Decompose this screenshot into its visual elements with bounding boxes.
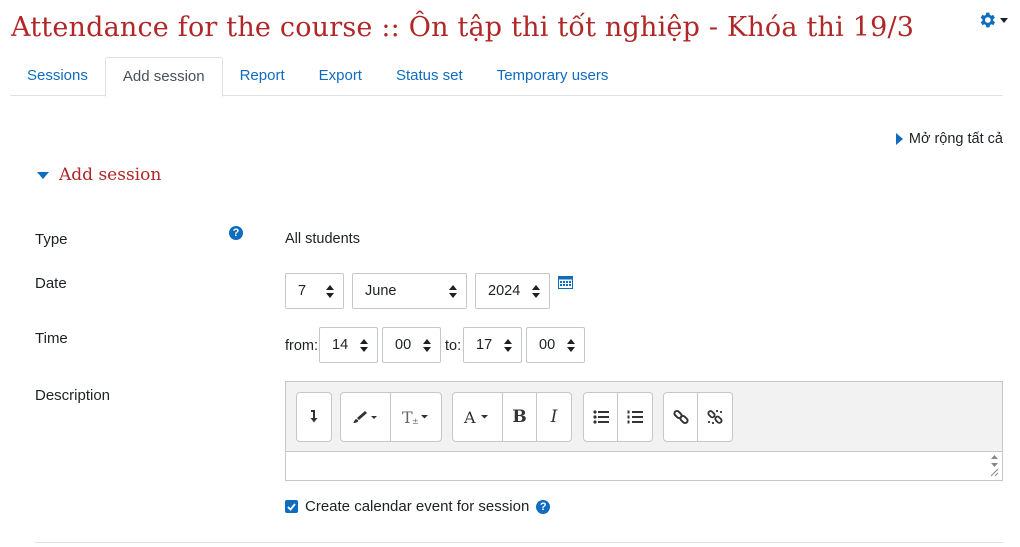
settings-menu[interactable] <box>977 10 1008 30</box>
gear-icon <box>980 12 996 28</box>
time-to-label: to: <box>445 338 462 354</box>
collapse-toolbar-icon[interactable] <box>297 393 331 441</box>
bold-icon[interactable]: B <box>503 393 537 441</box>
caret-down-icon <box>37 171 49 179</box>
toolbar-group-links <box>663 392 733 442</box>
select-arrows-icon <box>326 285 334 298</box>
description-textarea[interactable] <box>286 451 1002 480</box>
date-label: Date <box>35 275 67 292</box>
tab-report[interactable]: Report <box>223 57 302 95</box>
help-icon[interactable]: ? <box>229 226 243 240</box>
tab-bar: Sessions Add session Report Export Statu… <box>10 57 1003 97</box>
toolbar-group-format: A B I <box>452 392 572 442</box>
page-title: Attendance for the course :: Ôn tập thi … <box>11 12 915 43</box>
time-from-hour-value: 14 <box>332 337 349 353</box>
section-title: Add session <box>59 165 162 185</box>
time-from-label: from: <box>285 338 319 354</box>
toolbar-group-collapse <box>296 392 332 442</box>
tab-sessions[interactable]: Sessions <box>10 57 105 95</box>
svg-text:A: A <box>463 408 476 426</box>
time-from-hour-select[interactable]: 14 <box>319 327 378 363</box>
date-day-value: 7 <box>298 283 307 299</box>
scroll-arrows-icon[interactable] <box>990 455 999 479</box>
unlink-icon[interactable] <box>698 393 732 441</box>
section-toggle-add-session[interactable]: Add session <box>37 165 161 185</box>
description-editor: T ± A B I <box>285 381 1003 481</box>
chevron-down-icon <box>1000 17 1008 23</box>
calendar-icon[interactable] <box>558 275 573 289</box>
time-to-minute-value: 00 <box>539 337 556 353</box>
toolbar-group-lists <box>583 392 653 442</box>
tab-temporary-users[interactable]: Temporary users <box>480 57 626 95</box>
tab-add-session[interactable]: Add session <box>104 57 223 97</box>
tab-export[interactable]: Export <box>302 57 379 95</box>
unordered-list-icon[interactable] <box>584 393 618 441</box>
time-label: Time <box>35 330 68 347</box>
select-arrows-icon <box>532 285 540 298</box>
font-size-icon[interactable]: T ± <box>391 393 441 441</box>
date-month-value: June <box>365 283 397 299</box>
description-label: Description <box>35 387 111 404</box>
time-to-hour-value: 17 <box>476 337 493 353</box>
tab-status-set[interactable]: Status set <box>379 57 480 95</box>
time-to-minute-select[interactable]: 00 <box>526 327 585 363</box>
date-day-select[interactable]: 7 <box>285 273 344 309</box>
select-arrows-icon <box>360 339 368 352</box>
type-label: Type <box>35 231 68 248</box>
expand-all-link[interactable]: Mở rộng tất cả <box>895 131 1003 147</box>
date-month-select[interactable]: June <box>352 273 467 309</box>
date-year-value: 2024 <box>488 283 521 299</box>
time-from-minute-select[interactable]: 00 <box>382 327 441 363</box>
calendar-event-row: Create calendar event for session ? <box>285 498 551 515</box>
toolbar-group-style: T ± <box>340 392 442 442</box>
expand-all-label: Mở rộng tất cả <box>908 131 1003 147</box>
calendar-event-checkbox[interactable] <box>285 500 298 513</box>
date-year-select[interactable]: 2024 <box>475 273 550 309</box>
svg-text:±: ± <box>412 417 419 426</box>
ordered-list-icon[interactable] <box>618 393 652 441</box>
caret-right-icon <box>895 133 903 145</box>
select-arrows-icon <box>504 339 512 352</box>
select-arrows-icon <box>567 339 575 352</box>
calendar-event-label: Create calendar event for session <box>305 498 530 515</box>
font-color-icon[interactable]: A <box>453 393 503 441</box>
type-value: All students <box>285 231 360 247</box>
time-from-minute-value: 00 <box>395 337 412 353</box>
italic-icon[interactable]: I <box>537 393 571 441</box>
select-arrows-icon <box>423 339 431 352</box>
section-divider <box>35 542 1003 543</box>
help-icon[interactable]: ? <box>536 499 551 514</box>
link-icon[interactable] <box>664 393 698 441</box>
time-to-hour-select[interactable]: 17 <box>463 327 522 363</box>
select-arrows-icon <box>449 285 457 298</box>
paintbrush-icon[interactable] <box>341 393 391 441</box>
